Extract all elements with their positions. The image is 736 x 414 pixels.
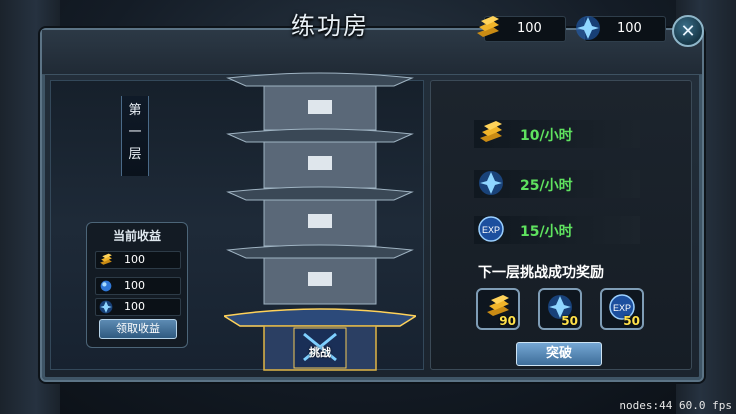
next-floor-title: 下一层挑战成功奖励 — [478, 265, 604, 281]
floor-label-char: 一 — [128, 125, 142, 140]
floor-plaque — [308, 214, 332, 228]
earnings-value: 100 — [124, 300, 145, 313]
page-title: 练功房 — [291, 12, 369, 40]
reward-amount: 90 — [499, 314, 516, 328]
earnings-row: 100 — [95, 277, 181, 295]
breakthrough-button[interactable]: 突破 — [516, 342, 602, 366]
reward-amount: 50 — [561, 314, 578, 328]
reward-slot-exp[interactable]: EXP 50 — [600, 288, 644, 330]
gold-value: 100 — [517, 21, 542, 36]
floor-plaque — [308, 156, 332, 170]
rate-row-exp: EXP 15/小时 — [474, 216, 640, 244]
tower-roof — [226, 244, 414, 259]
challenge-button[interactable]: 挑战 — [294, 344, 346, 360]
blue-crystal-icon — [99, 300, 113, 314]
earnings-row: 100 — [95, 298, 181, 316]
gold-bars-icon — [477, 16, 499, 37]
floor-label-char: 第 — [128, 103, 142, 118]
gold-resource: 100 — [477, 16, 566, 42]
crystal-resource: 100 — [576, 16, 666, 42]
exp-icon-text: EXP — [613, 303, 631, 313]
gold-bars-icon — [100, 253, 112, 265]
exp-icon: EXP — [478, 216, 504, 242]
blue-orb-icon — [100, 280, 112, 292]
active-floor-roof — [224, 308, 416, 327]
reward-amount: 50 — [623, 314, 640, 328]
claim-earnings-button[interactable]: 领取收益 — [99, 319, 177, 339]
rate-row-gold: 10/小时 — [474, 120, 640, 148]
earnings-value: 100 — [124, 253, 145, 266]
crystal-value: 100 — [617, 21, 642, 36]
pagoda-tower — [224, 72, 416, 371]
reward-slot-crystal[interactable]: 50 — [538, 288, 582, 330]
floor-plaque — [308, 100, 332, 114]
earnings-title: 当前收益 — [112, 229, 161, 243]
blue-crystal-icon — [576, 16, 600, 40]
debug-stats: nodes:44 60.0 fps — [619, 399, 732, 412]
tower-roof — [226, 128, 414, 143]
current-earnings-box: 当前收益 100 100 100 领取收益 — [86, 222, 188, 348]
earnings-value: 100 — [124, 279, 145, 292]
floor-plaque — [308, 272, 332, 286]
reward-slot-gold[interactable]: 90 — [476, 288, 520, 330]
close-button[interactable]: ✕ — [672, 15, 704, 47]
floor-label: 第 一 层 — [121, 96, 149, 176]
tower-roof — [226, 186, 414, 201]
floor-label-char: 层 — [128, 147, 142, 162]
rate-text: 15/小时 — [520, 224, 573, 240]
blue-crystal-icon — [479, 171, 503, 195]
exp-icon-text: EXP — [482, 225, 500, 235]
tower-roof — [226, 72, 414, 87]
gold-bars-icon — [480, 121, 502, 142]
rate-text: 10/小时 — [520, 128, 573, 144]
rate-row-crystal: 25/小时 — [474, 170, 640, 198]
earnings-row: 100 — [95, 251, 181, 269]
close-icon: ✕ — [680, 20, 696, 42]
rate-text: 25/小时 — [520, 178, 573, 194]
